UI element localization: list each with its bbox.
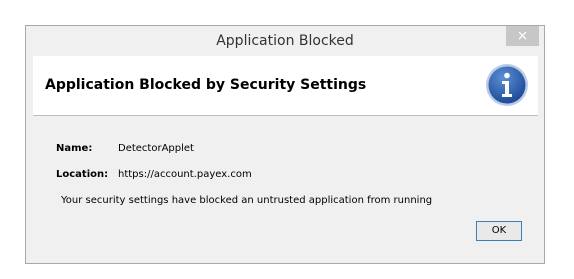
security-message: Your security settings have blocked an u… [61,195,433,206]
close-icon: × [516,28,529,44]
header-title: Application Blocked by Security Settings [45,77,367,93]
info-icon [486,64,528,106]
ok-button[interactable]: OK [476,221,522,241]
window-title: Application Blocked [216,33,354,49]
dialog-header: Application Blocked by Security Settings [33,56,538,116]
location-label: Location: [56,169,109,180]
location-value: https://account.payex.com [118,169,252,180]
dialog-window: Application Blocked × Application Blocke… [25,25,545,264]
title-bar: Application Blocked × [26,26,544,56]
name-label: Name: [56,143,93,154]
close-button[interactable]: × [506,26,539,46]
name-value: DetectorApplet [118,143,194,154]
